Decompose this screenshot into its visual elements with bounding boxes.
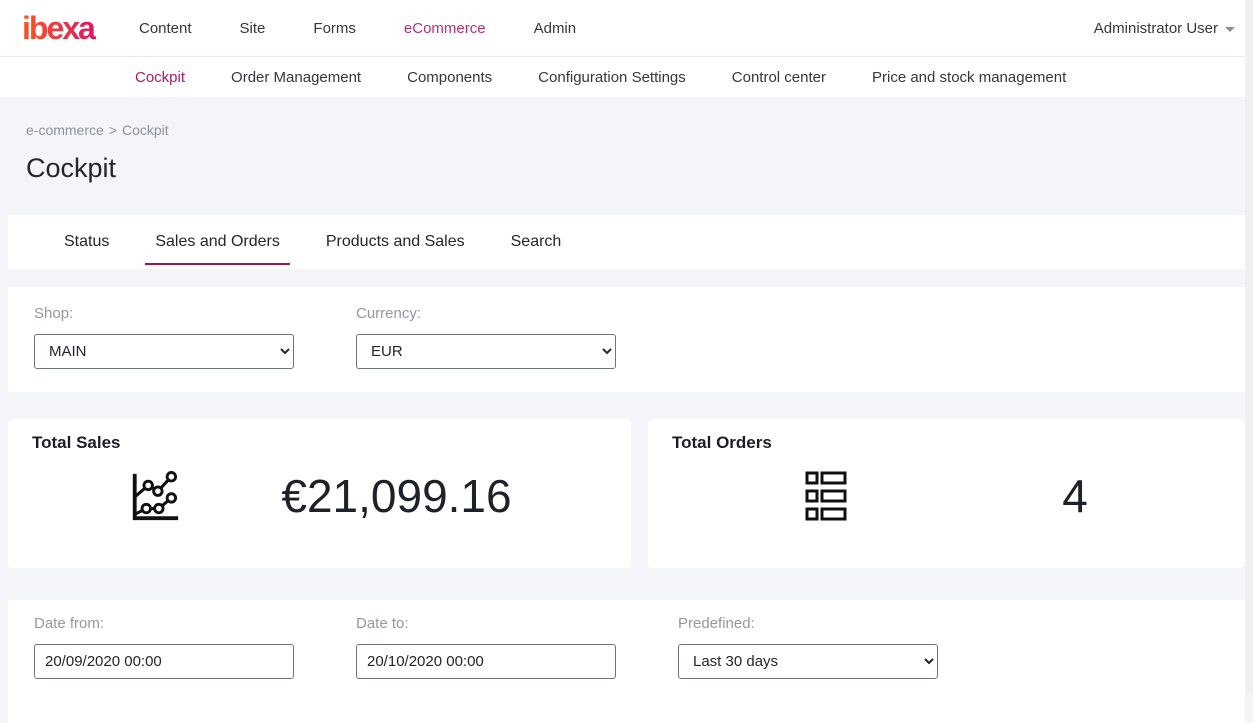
main-menu-item-admin[interactable]: Admin <box>534 20 577 37</box>
total-sales-card: Total Sales €21,099.16 <box>8 419 631 568</box>
cockpit-tab-bar: Status Sales and Orders Products and Sal… <box>8 215 1245 269</box>
total-orders-value: 4 <box>1062 469 1088 523</box>
sub-nav-item-price-and-stock[interactable]: Price and stock management <box>872 69 1066 86</box>
order-list-icon <box>805 470 847 522</box>
total-orders-body: 4 <box>672 469 1221 523</box>
breadcrumb-section[interactable]: e-commerce <box>26 122 104 138</box>
predefined-label: Predefined: <box>678 615 1000 632</box>
top-nav-bar: ibexa Content Site Forms eCommerce Admin… <box>0 0 1253 57</box>
main-menu-item-site[interactable]: Site <box>240 20 266 37</box>
date-filter-panel: Date from: Date to: Predefined: Last 30 … <box>8 600 1245 723</box>
sub-nav-item-control-center[interactable]: Control center <box>732 69 826 86</box>
breadcrumb: e-commerce > Cockpit <box>26 122 1253 138</box>
shop-currency-filter-panel: Shop: MAIN Currency: EUR <box>8 287 1245 392</box>
caret-down-icon <box>1225 27 1235 32</box>
shop-select[interactable]: MAIN <box>34 334 294 369</box>
total-sales-body: €21,099.16 <box>32 469 607 523</box>
sub-nav-item-components[interactable]: Components <box>407 69 492 86</box>
date-to-filter: Date to: <box>356 615 678 723</box>
main-menu: Content Site Forms eCommerce Admin <box>139 20 576 37</box>
sub-nav-item-cockpit[interactable]: Cockpit <box>135 69 185 86</box>
tab-search[interactable]: Search <box>505 215 568 269</box>
metrics-row: Total Sales €21,099.16 Total Orders <box>8 419 1253 568</box>
tab-sales-and-orders[interactable]: Sales and Orders <box>149 215 286 269</box>
sub-nav-item-configuration-settings[interactable]: Configuration Settings <box>538 69 686 86</box>
main-menu-item-content[interactable]: Content <box>139 20 192 37</box>
line-chart-icon <box>127 469 181 523</box>
shop-label: Shop: <box>34 305 356 322</box>
tab-status[interactable]: Status <box>58 215 115 269</box>
predefined-filter: Predefined: Last 30 days <box>678 615 1000 723</box>
total-orders-card: Total Orders 4 <box>648 419 1245 568</box>
user-menu-label: Administrator User <box>1094 20 1218 37</box>
user-menu[interactable]: Administrator User <box>1094 20 1235 37</box>
total-orders-title: Total Orders <box>672 433 1221 453</box>
ecommerce-sub-nav: Cockpit Order Management Components Conf… <box>0 57 1253 97</box>
date-from-label: Date from: <box>34 615 356 632</box>
main-menu-item-ecommerce[interactable]: eCommerce <box>404 20 486 37</box>
shop-filter: Shop: MAIN <box>34 305 356 392</box>
tab-products-and-sales[interactable]: Products and Sales <box>320 215 471 269</box>
main-menu-item-forms[interactable]: Forms <box>313 20 356 37</box>
currency-filter: Currency: EUR <box>356 305 678 392</box>
date-from-filter: Date from: <box>34 615 356 723</box>
ibexa-logo[interactable]: ibexa <box>22 12 104 44</box>
vertical-scrollbar[interactable] <box>1245 0 1253 694</box>
sub-nav-item-order-management[interactable]: Order Management <box>231 69 361 86</box>
date-from-input[interactable] <box>34 644 294 679</box>
currency-label: Currency: <box>356 305 678 322</box>
date-to-label: Date to: <box>356 615 678 632</box>
total-sales-value: €21,099.16 <box>281 469 511 523</box>
breadcrumb-current: Cockpit <box>122 122 169 138</box>
page-title: Cockpit <box>26 153 1253 184</box>
date-to-input[interactable] <box>356 644 616 679</box>
currency-select[interactable]: EUR <box>356 334 616 369</box>
predefined-select[interactable]: Last 30 days <box>678 644 938 679</box>
breadcrumb-separator: > <box>109 122 117 138</box>
total-sales-title: Total Sales <box>32 433 607 453</box>
